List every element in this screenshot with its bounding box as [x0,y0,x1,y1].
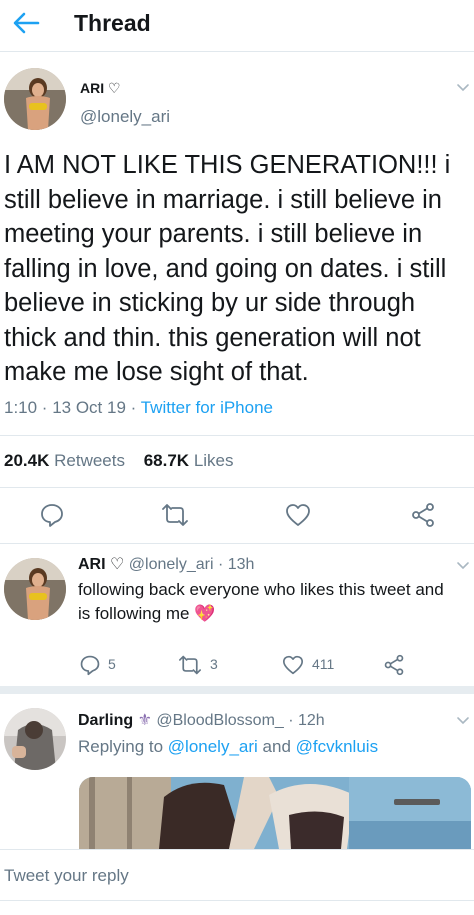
divider [0,487,474,488]
like-icon[interactable] [282,655,304,675]
divider [0,543,474,544]
like-icon[interactable] [285,503,311,527]
section-separator [0,686,474,694]
reply-input[interactable]: Tweet your reply [4,866,129,886]
back-arrow-icon[interactable] [8,8,42,38]
replying-to: Replying to @lonely_ari and @fcvknluis [78,737,378,757]
share-icon[interactable] [383,654,405,676]
retweets-label[interactable]: Retweets [54,451,125,470]
author-handle[interactable]: @lonely_ari · 13h [129,556,255,573]
like-count: 411 [312,656,335,672]
chevron-down-icon[interactable] [456,83,470,93]
replying-prefix: Replying to [78,737,168,756]
author-name[interactable]: ARI ♡ [80,80,121,97]
retweets-count[interactable]: 20.4K [4,451,49,470]
reply-header: Darling ⚜ @BloodBlossom_ · 12h [78,710,325,730]
retweet-count: 3 [210,656,218,672]
mention-link[interactable]: @fcvknluis [296,737,378,756]
reply-count: 5 [108,656,116,672]
reply-text: following back everyone who likes this t… [78,580,444,623]
avatar[interactable] [4,708,66,770]
chevron-down-icon[interactable] [456,561,470,571]
tweet-time: 1:10 · 13 Oct 19 · [4,398,141,417]
reply-composer: Tweet your reply [0,849,474,915]
divider [0,435,474,436]
tweet-timestamp: 1:10 · 13 Oct 19 · Twitter for iPhone [4,398,273,418]
author-name[interactable]: ARI ♡ [78,556,124,573]
likes-count[interactable]: 68.7K [144,451,189,470]
retweet-icon[interactable] [178,654,202,676]
likes-label[interactable]: Likes [194,451,234,470]
author-handle[interactable]: @lonely_ari [80,107,170,127]
share-icon[interactable] [410,502,436,528]
reply-icon[interactable] [79,654,101,676]
page-title: Thread [74,10,151,36]
chevron-down-icon[interactable] [456,716,470,726]
author-name[interactable]: Darling [78,712,133,729]
reply-header: ARI ♡ @lonely_ari · 13h [78,554,254,574]
author-handle[interactable]: @BloodBlossom_ · 12h [156,712,324,729]
tweet-source-link[interactable]: Twitter for iPhone [141,398,273,417]
divider [0,900,474,901]
top-bar: Thread [0,0,474,52]
attached-image[interactable] [79,777,471,849]
tweet-text: I AM NOT LIKE THIS GENERATION!!! i still… [4,151,451,386]
fleur-de-lis-icon: ⚜ [137,712,152,729]
replying-and: and [257,737,296,756]
reply-icon[interactable] [39,502,65,528]
tweet-stats: 20.4K Retweets 68.7K Likes [4,451,248,471]
retweet-icon[interactable] [161,502,189,528]
mention-link[interactable]: @lonely_ari [168,737,258,756]
avatar[interactable] [4,68,66,130]
avatar[interactable] [4,558,66,620]
